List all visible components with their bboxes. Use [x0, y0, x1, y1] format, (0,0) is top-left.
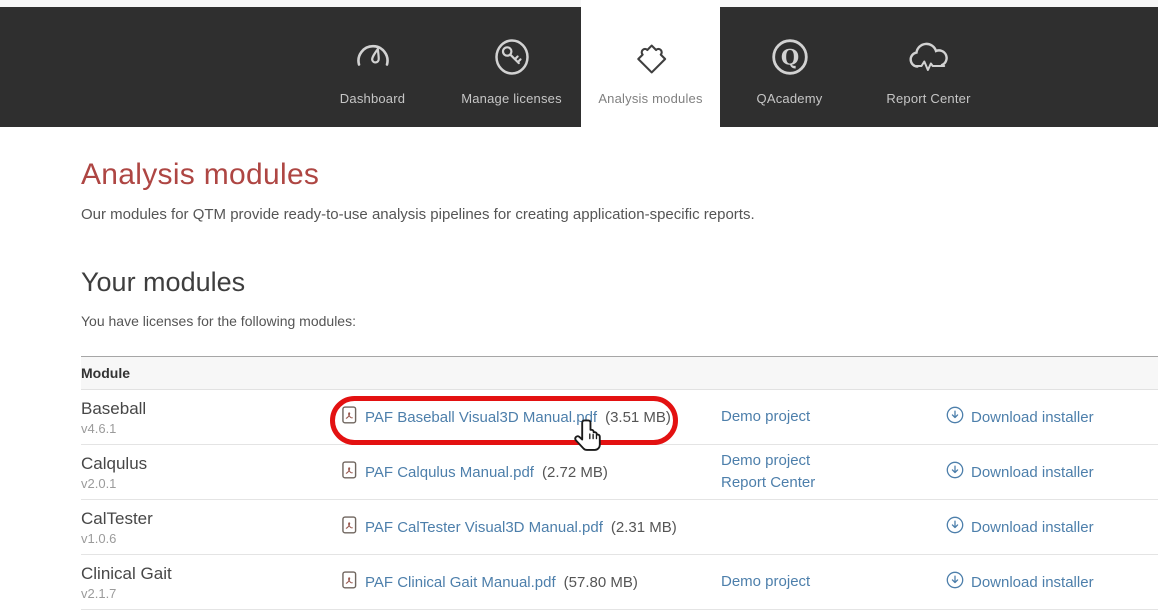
manual-link[interactable]: PAF Clinical Gait Manual.pdf — [365, 574, 556, 591]
page-intro: Our modules for QTM provide ready-to-use… — [81, 206, 755, 223]
table-row: Clinical Gait v2.1.7 PAF Clinical Gait M… — [81, 555, 1158, 610]
manual-size: (3.51 MB) — [605, 408, 671, 426]
demo-project-link[interactable]: Demo project — [721, 406, 946, 429]
tab-label: QAcademy — [756, 91, 823, 106]
module-cell: Baseball v4.6.1 — [81, 398, 342, 436]
manual-size: (2.31 MB) — [610, 518, 677, 536]
installer-cell: Download installer — [946, 516, 1158, 538]
pdf-file-icon — [342, 461, 357, 483]
manual-size: (57.80 MB) — [563, 573, 638, 591]
cloud-waveform-icon — [906, 35, 952, 79]
module-cell: CalTester v1.0.6 — [81, 508, 342, 546]
your-modules-intro: You have licenses for the following modu… — [81, 313, 356, 329]
manual-cell: PAF CalTester Visual3D Manual.pdf (2.31 … — [342, 516, 721, 538]
manual-cell: PAF Clinical Gait Manual.pdf (57.80 MB) — [342, 571, 721, 593]
module-cell: Calqulus v2.0.1 — [81, 453, 342, 491]
module-version: v1.0.6 — [81, 531, 117, 547]
download-icon — [946, 406, 964, 428]
download-icon — [946, 461, 964, 483]
tab-label: Dashboard — [339, 91, 406, 106]
manual-link[interactable]: PAF CalTester Visual3D Manual.pdf — [365, 519, 603, 536]
module-name: CalTester — [81, 508, 153, 528]
pdf-file-icon — [342, 571, 357, 593]
table-row: CalTester v1.0.6 PAF CalTester Visual3D … — [81, 500, 1158, 555]
table-row: Baseball v4.6.1 PAF Baseball Visual3D Ma… — [81, 390, 1158, 445]
module-cell: Clinical Gait v2.1.7 — [81, 563, 342, 601]
demo-project-link[interactable]: Demo project — [721, 450, 946, 473]
manual-cell: PAF Baseball Visual3D Manual.pdf (3.51 M… — [342, 406, 721, 428]
report-center-link[interactable]: Report Center — [721, 472, 946, 495]
download-installer-link[interactable]: Download installer — [971, 574, 1094, 591]
pdf-file-icon — [342, 406, 357, 428]
demo-project-link[interactable]: Demo project — [721, 571, 946, 594]
manual-size: (2.72 MB) — [541, 463, 608, 481]
module-name: Clinical Gait — [81, 563, 172, 583]
tab-label: Report Center — [886, 91, 971, 106]
module-name: Baseball — [81, 398, 147, 418]
module-name: Calqulus — [81, 453, 148, 473]
tab-analysis-modules[interactable]: Analysis modules — [581, 0, 720, 127]
nav-tabs: Dashboard Manage licenses Analysis modul… — [303, 0, 998, 127]
installer-cell: Download installer — [946, 461, 1158, 483]
puzzle-icon — [629, 35, 673, 79]
manual-link[interactable]: PAF Calqulus Manual.pdf — [365, 464, 534, 481]
tab-qacademy[interactable]: Q QAcademy — [720, 0, 859, 127]
gauge-icon — [353, 35, 393, 79]
download-icon — [946, 516, 964, 538]
table-row: Calqulus v2.0.1 PAF Calqulus Manual.pdf … — [81, 445, 1158, 500]
top-navigation: Dashboard Manage licenses Analysis modul… — [0, 0, 1158, 127]
tab-report-center[interactable]: Report Center — [859, 0, 998, 127]
tab-label: Manage licenses — [461, 91, 562, 106]
module-version: v2.0.1 — [81, 476, 117, 492]
download-installer-link[interactable]: Download installer — [971, 519, 1094, 536]
page-content: Analysis modules Our modules for QTM pro… — [0, 158, 1158, 610]
pdf-file-icon — [342, 516, 357, 538]
installer-cell: Download installer — [946, 406, 1158, 428]
installer-cell: Download installer — [946, 571, 1158, 593]
manual-cell: PAF Calqulus Manual.pdf (2.72 MB) — [342, 461, 721, 483]
your-modules-heading: Your modules — [81, 267, 246, 297]
tab-manage-licenses[interactable]: Manage licenses — [442, 0, 581, 127]
download-installer-link[interactable]: Download installer — [971, 409, 1094, 426]
download-installer-link[interactable]: Download installer — [971, 464, 1094, 481]
demo-cell: Demo project — [721, 406, 946, 429]
tab-label: Analysis modules — [598, 91, 703, 106]
page-title: Analysis modules — [81, 158, 320, 191]
demo-cell: Demo project — [721, 571, 946, 594]
key-icon — [492, 35, 532, 79]
q-badge-icon: Q — [770, 35, 810, 79]
module-version: v4.6.1 — [81, 421, 117, 437]
svg-text:Q: Q — [780, 45, 798, 70]
download-icon — [946, 571, 964, 593]
tab-dashboard[interactable]: Dashboard — [303, 0, 442, 127]
manual-link[interactable]: PAF Baseball Visual3D Manual.pdf — [365, 409, 597, 426]
demo-cell: Demo project Report Center — [721, 450, 946, 495]
module-version: v2.1.7 — [81, 586, 117, 602]
table-header-module: Module — [81, 357, 1158, 390]
modules-table: Module Baseball v4.6.1 PAF Baseball Visu… — [81, 356, 1158, 610]
